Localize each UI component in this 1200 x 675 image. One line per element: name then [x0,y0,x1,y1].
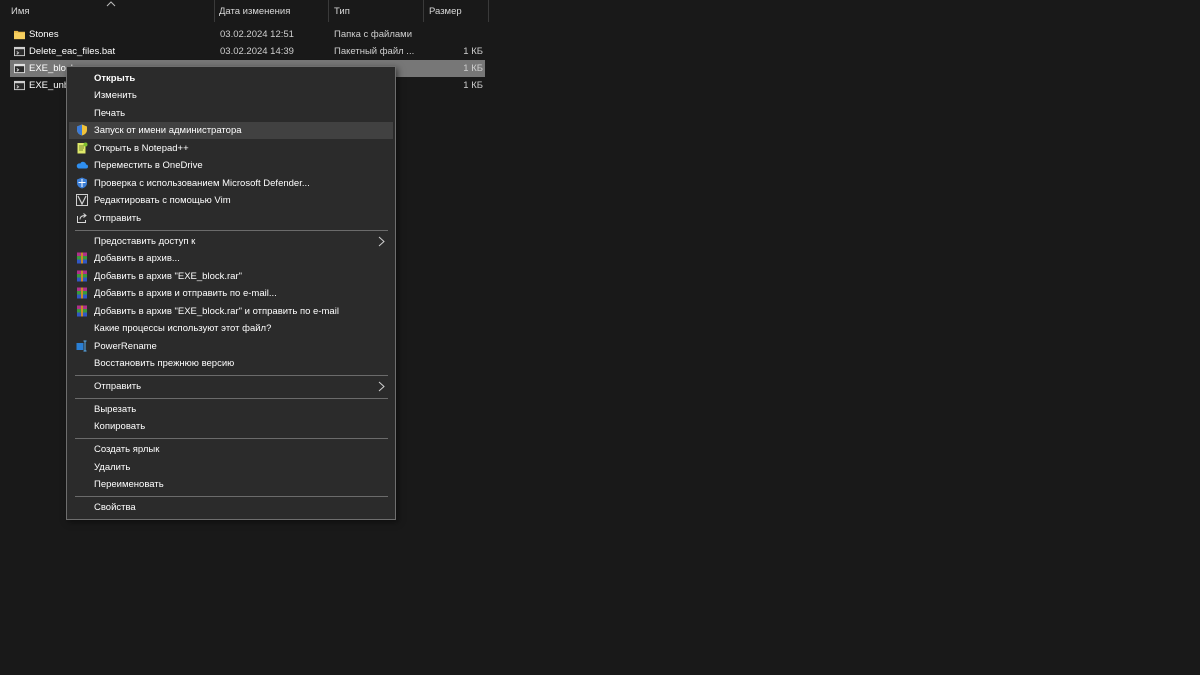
menu-item-copy[interactable]: Копировать [69,418,393,435]
winrar-icon [77,270,87,282]
menu-separator [75,375,388,376]
context-menu: Открыть Изменить Печать Запуск от имени … [66,66,396,520]
menu-item-label: Печать [94,108,126,119]
menu-item-properties[interactable]: Свойства [69,499,393,516]
notepadpp-icon [77,142,88,154]
batch-file-icon [14,46,25,57]
sort-ascending-icon [106,1,116,7]
menu-item-label: Добавить в архив... [94,253,180,264]
menu-item-label: Удалить [94,462,131,473]
menu-item-label: PowerRename [94,341,157,352]
menu-item-label: Создать ярлык [94,444,160,455]
menu-item-label: Открыть в Notepad++ [94,143,189,154]
menu-item-label: Предоставить доступ к [94,236,196,247]
menu-item-label: Переименовать [94,479,164,490]
file-type: Папка с файлами [334,29,413,40]
column-header-type[interactable]: Тип [329,0,423,22]
share-icon [77,213,87,223]
menu-item-open[interactable]: Открыть [69,70,393,87]
menu-item-label: Добавить в архив "EXE_block.rar" [94,271,242,282]
column-header-size[interactable]: Размер [424,0,488,22]
menu-item-cut[interactable]: Вырезать [69,401,393,418]
menu-item-label: Открыть [94,73,136,84]
powerrename-icon [76,340,87,352]
file-name: Stones [29,29,59,40]
column-header-date[interactable]: Дата изменения [214,0,328,22]
batch-file-icon [14,63,25,74]
chevron-right-icon [378,381,385,392]
menu-item-create-shortcut[interactable]: Создать ярлык [69,441,393,458]
menu-item-label: Редактировать с помощью Vim [94,195,231,206]
file-row-stones[interactable]: Stones 03.02.2024 12:51 Папка с файлами [10,26,485,43]
menu-item-label: Восстановить прежнюю версию [94,358,235,369]
menu-item-print[interactable]: Печать [69,105,393,122]
menu-item-label: Какие процессы используют этот файл? [94,323,272,334]
menu-item-share[interactable]: Отправить [69,210,393,227]
file-size: 1 КБ [463,63,483,74]
menu-item-add-archive-email[interactable]: Добавить в архив и отправить по e-mail..… [69,285,393,302]
menu-item-label: Добавить в архив "EXE_block.rar" и отпра… [94,306,339,317]
file-date: 03.02.2024 14:39 [220,46,294,57]
batch-file-icon [14,80,25,91]
menu-item-add-archive-named[interactable]: Добавить в архив "EXE_block.rar" [69,268,393,285]
menu-item-edit[interactable]: Изменить [69,87,393,104]
winrar-icon [77,252,87,264]
menu-item-edit-vim[interactable]: Редактировать с помощью Vim [69,192,393,209]
menu-item-label: Отправить [94,381,142,392]
menu-item-label: Копировать [94,421,146,432]
menu-item-label: Переместить в OneDrive [94,160,203,171]
menu-item-label: Проверка с использованием Microsoft Defe… [94,178,310,189]
menu-separator [75,398,388,399]
menu-item-rename[interactable]: Переименовать [69,476,393,493]
menu-item-label: Добавить в архив и отправить по e-mail..… [94,288,277,299]
winrar-icon [77,305,87,317]
menu-item-label: Запуск от имени администратора [94,125,242,136]
winrar-icon [77,287,87,299]
vim-icon [76,194,88,206]
menu-item-label: Свойства [94,502,136,513]
menu-item-give-access[interactable]: Предоставить доступ к [69,233,393,250]
menu-item-label: Отправить [94,213,142,224]
uac-shield-icon [77,124,87,136]
menu-item-powerrename[interactable]: PowerRename [69,338,393,355]
menu-item-move-onedrive[interactable]: Переместить в OneDrive [69,157,393,174]
menu-item-run-as-admin[interactable]: Запуск от имени администратора [69,122,393,139]
menu-separator [75,438,388,439]
menu-item-add-archive-named-email[interactable]: Добавить в архив "EXE_block.rar" и отпра… [69,303,393,320]
onedrive-icon [76,161,88,169]
file-size: 1 КБ [463,80,483,91]
file-name: Delete_eac_files.bat [29,46,116,57]
defender-shield-icon [77,177,87,189]
file-row-delete-eac[interactable]: Delete_eac_files.bat 03.02.2024 14:39 Па… [10,43,485,60]
chevron-right-icon [378,236,385,247]
file-date: 03.02.2024 12:51 [220,29,294,40]
menu-item-label: Изменить [94,90,137,101]
menu-item-open-notepadpp[interactable]: Открыть в Notepad++ [69,140,393,157]
column-divider[interactable] [488,0,489,22]
menu-item-which-processes[interactable]: Какие процессы используют этот файл? [69,320,393,337]
file-size: 1 КБ [463,46,483,57]
menu-item-restore-previous[interactable]: Восстановить прежнюю версию [69,355,393,372]
menu-separator [75,230,388,231]
menu-item-label: Вырезать [94,404,137,415]
menu-item-delete[interactable]: Удалить [69,459,393,476]
file-type: Пакетный файл ... [334,46,415,57]
file-name: EXE_unbl [29,80,72,91]
menu-item-add-archive[interactable]: Добавить в архив... [69,250,393,267]
folder-icon [14,30,25,40]
menu-item-send-to[interactable]: Отправить [69,378,393,395]
menu-separator [75,496,388,497]
column-header-bar: Имя Дата изменения Тип Размер [0,0,490,22]
menu-item-defender-scan[interactable]: Проверка с использованием Microsoft Defe… [69,175,393,192]
